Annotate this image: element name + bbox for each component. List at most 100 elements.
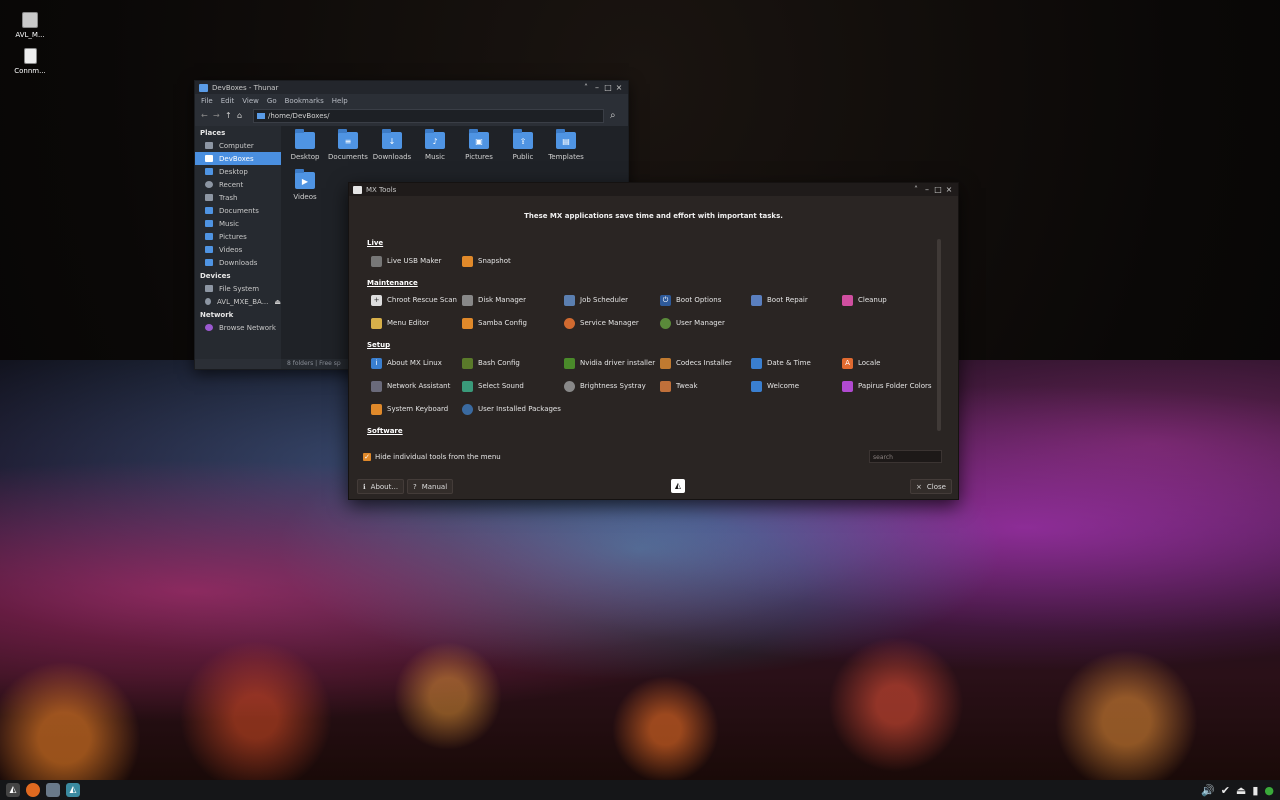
- menu-help[interactable]: Help: [332, 97, 348, 105]
- folder-label: Music: [425, 153, 445, 161]
- battery-icon[interactable]: ▮: [1252, 784, 1258, 797]
- tool-nvidia-driver-installer[interactable]: Nvidia driver installer: [564, 356, 655, 370]
- tool-brightness-systray[interactable]: Brightness Systray: [564, 379, 646, 393]
- tool-samba-config[interactable]: Samba Config: [462, 316, 527, 330]
- sidebar-item-label: Recent: [219, 180, 244, 189]
- tool-papirus-folder-colors[interactable]: Papirus Folder Colors: [842, 379, 932, 393]
- tool-live-usb-maker[interactable]: Live USB Maker: [371, 254, 441, 268]
- scrollbar[interactable]: [937, 239, 941, 431]
- back-icon[interactable]: ←: [201, 111, 213, 120]
- tool-about-mx-linux[interactable]: i About MX Linux: [371, 356, 442, 370]
- hide-tools-checkbox[interactable]: ✓ Hide individual tools from the menu: [363, 453, 501, 461]
- location-bar[interactable]: /home/DevBoxes/: [253, 108, 604, 123]
- tool-select-sound[interactable]: Select Sound: [462, 379, 524, 393]
- folder-pictures[interactable]: ▣ Pictures: [457, 126, 501, 161]
- manual-button[interactable]: ? Manual: [407, 479, 454, 494]
- search-input[interactable]: search: [869, 450, 942, 463]
- sidebar-item-filesystem[interactable]: File System: [195, 282, 281, 295]
- mx-menu-icon[interactable]: ◭: [6, 783, 20, 797]
- document-icon: [23, 48, 37, 64]
- tool-date-time[interactable]: Date & Time: [751, 356, 811, 370]
- taskbar: ◭ ◭ 🔊 ✔ ⏏ ▮ ●: [0, 780, 1280, 800]
- thunar-titlebar[interactable]: DevBoxes - Thunar ˄ – □ ×: [195, 81, 628, 94]
- folder-music[interactable]: ♪ Music: [413, 126, 457, 161]
- sidebar-item-downloads[interactable]: Downloads: [195, 256, 281, 269]
- tool-network-assistant[interactable]: Network Assistant: [371, 379, 450, 393]
- minimize-button[interactable]: ˄: [911, 185, 921, 194]
- tool-service-manager[interactable]: Service Manager: [564, 316, 639, 330]
- tool-cleanup[interactable]: Cleanup: [842, 293, 887, 307]
- sidebar-item-computer[interactable]: Computer: [195, 139, 281, 152]
- menu-file[interactable]: File: [201, 97, 213, 105]
- desktop-icon-drive[interactable]: AVL_M...: [10, 12, 50, 39]
- mx-logo-icon: [353, 185, 362, 194]
- tool-bash-config[interactable]: Bash Config: [462, 356, 520, 370]
- sidebar-item-device[interactable]: AVL_MXE_BA... ⏏: [195, 295, 281, 308]
- tool-welcome[interactable]: Welcome: [751, 379, 799, 393]
- tool-tweak[interactable]: Tweak: [660, 379, 698, 393]
- close-button[interactable]: ×: [944, 185, 954, 194]
- tool-job-scheduler[interactable]: Job Scheduler: [564, 293, 628, 307]
- minimize-button[interactable]: ˄: [581, 83, 591, 92]
- tool-locale[interactable]: A Locale: [842, 356, 880, 370]
- folder-downloads[interactable]: ↓ Downloads: [370, 126, 414, 161]
- folder-videos[interactable]: ▶ Videos: [283, 166, 327, 201]
- tool-user-installed-packages[interactable]: User Installed Packages: [462, 402, 561, 416]
- menu-bookmarks[interactable]: Bookmarks: [285, 97, 324, 105]
- samba-icon: [462, 317, 473, 329]
- maximize-button[interactable]: □: [933, 185, 943, 194]
- sidebar-item-browse-network[interactable]: Browse Network: [195, 321, 281, 334]
- shade-button[interactable]: –: [922, 185, 932, 194]
- maximize-button[interactable]: □: [603, 83, 613, 92]
- sidebar-item-desktop[interactable]: Desktop: [195, 165, 281, 178]
- mx-tools-icon[interactable]: ◭: [66, 783, 80, 797]
- sidebar-item-recent[interactable]: Recent: [195, 178, 281, 191]
- firefox-icon[interactable]: [26, 783, 40, 797]
- places-header: Places: [200, 129, 226, 137]
- menu-edit[interactable]: Edit: [221, 97, 235, 105]
- folder-public[interactable]: ⇪ Public: [501, 126, 545, 161]
- updater-icon[interactable]: ✔: [1221, 784, 1230, 797]
- folder-desktop[interactable]: Desktop: [283, 126, 327, 161]
- home-icon[interactable]: ⌂: [237, 111, 249, 120]
- about-button[interactable]: ℹ About...: [357, 479, 405, 494]
- sidebar-item-pictures[interactable]: Pictures: [195, 230, 281, 243]
- check-icon: ✓: [363, 453, 371, 461]
- sidebar-item-devboxes[interactable]: DevBoxes: [195, 152, 281, 165]
- tool-codecs-installer[interactable]: Codecs Installer: [660, 356, 732, 370]
- close-dialog-button[interactable]: × Close: [910, 479, 952, 494]
- desktop-icon-document[interactable]: Connm...: [10, 48, 50, 75]
- mx-titlebar[interactable]: MX Tools ˄ – □ ×: [349, 183, 958, 196]
- shade-button[interactable]: –: [592, 83, 602, 92]
- section-maintenance: Maintenance: [367, 279, 418, 287]
- tool-snapshot[interactable]: Snapshot: [462, 254, 511, 268]
- search-icon[interactable]: ⌕: [610, 110, 622, 121]
- close-button[interactable]: ×: [614, 83, 624, 92]
- mx-tools-window: MX Tools ˄ – □ × These MX applications s…: [348, 182, 959, 500]
- sidebar-item-music[interactable]: Music: [195, 217, 281, 230]
- tool-boot-options[interactable]: ⏻ Boot Options: [660, 293, 721, 307]
- menu-view[interactable]: View: [242, 97, 259, 105]
- tool-chroot-rescue-scan[interactable]: + Chroot Rescue Scan: [371, 293, 457, 307]
- sidebar-item-trash[interactable]: Trash: [195, 191, 281, 204]
- file-manager-icon[interactable]: [46, 783, 60, 797]
- sidebar-item-videos[interactable]: Videos: [195, 243, 281, 256]
- up-icon[interactable]: ↑: [225, 111, 237, 120]
- forward-icon[interactable]: →: [213, 111, 225, 120]
- volume-icon[interactable]: 🔊: [1201, 784, 1215, 797]
- eject-icon[interactable]: ⏏: [274, 298, 281, 306]
- tool-system-keyboard[interactable]: System Keyboard: [371, 402, 448, 416]
- drive-icon: [205, 285, 213, 292]
- folder-templates[interactable]: ▤ Templates: [544, 126, 588, 161]
- tool-user-manager[interactable]: User Manager: [660, 316, 725, 330]
- tool-disk-manager[interactable]: Disk Manager: [462, 293, 526, 307]
- eject-icon[interactable]: ⏏: [1236, 784, 1246, 797]
- menu-go[interactable]: Go: [267, 97, 277, 105]
- tool-boot-repair[interactable]: Boot Repair: [751, 293, 808, 307]
- tool-menu-editor[interactable]: Menu Editor: [371, 316, 429, 330]
- folder-documents[interactable]: ≡ Documents: [326, 126, 370, 161]
- user-icon[interactable]: ●: [1264, 784, 1274, 797]
- sidebar-item-documents[interactable]: Documents: [195, 204, 281, 217]
- music-folder-icon: [205, 220, 213, 227]
- keyboard-icon: [371, 403, 382, 415]
